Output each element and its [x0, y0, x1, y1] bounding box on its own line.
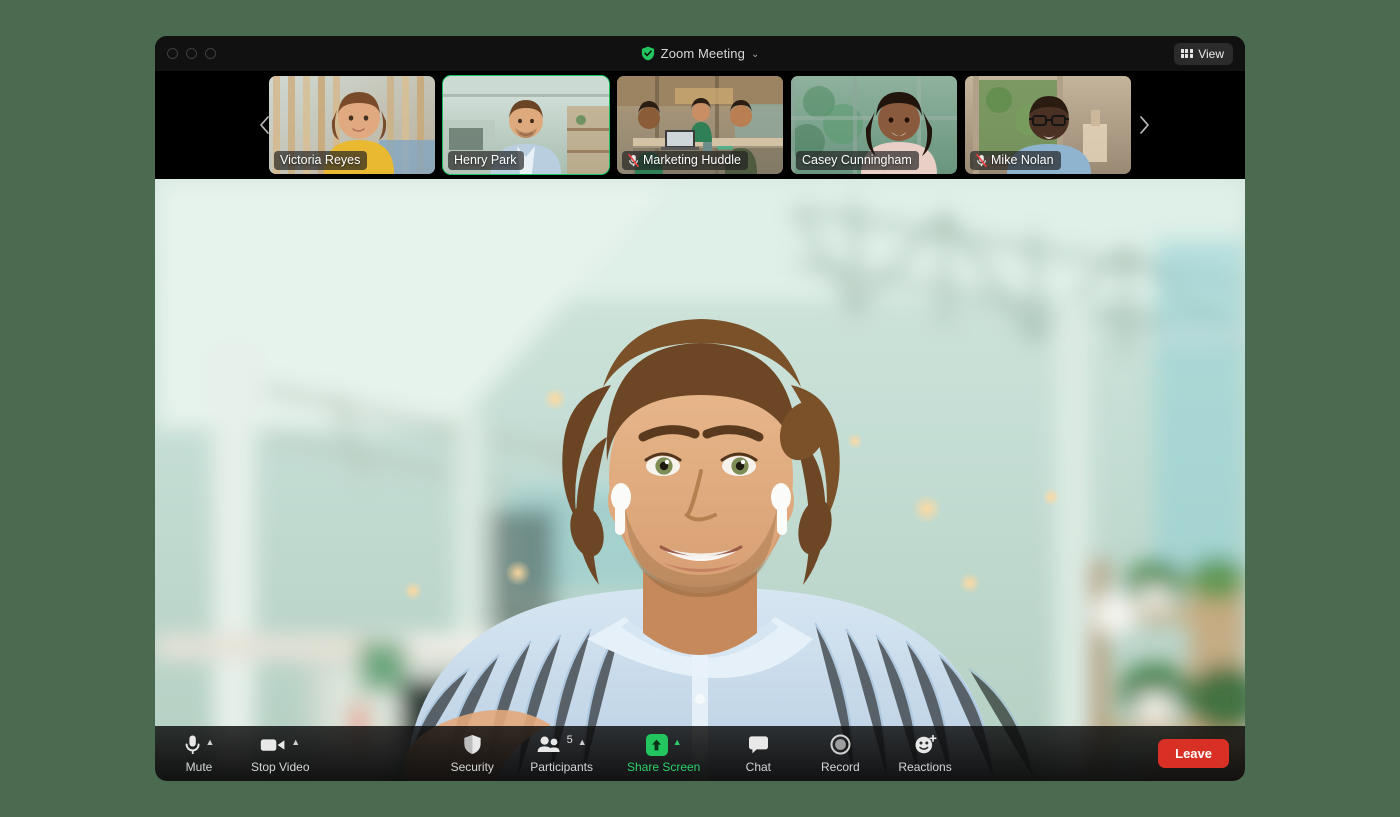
share-screen-button[interactable]: ▲ Share Screen — [626, 733, 701, 774]
filmstrip-prev-button[interactable] — [245, 71, 283, 179]
participant-thumbnail-victoria-reyes[interactable]: Victoria Reyes — [269, 76, 435, 174]
mute-label: Mute — [185, 759, 213, 774]
share-options-chevron-icon[interactable]: ▲ — [673, 738, 682, 747]
participant-filmstrip: Victoria Reyes Henry Park Marketing Hudd… — [155, 71, 1245, 179]
reactions-icon-row — [914, 734, 937, 756]
video-options-chevron-icon[interactable]: ▲ — [291, 738, 300, 747]
window-title-group: Zoom Meeting ⌄ — [155, 36, 1245, 71]
chat-label: Chat — [745, 759, 772, 774]
maximize-window-button[interactable] — [205, 48, 216, 59]
people-icon — [537, 736, 560, 752]
participants-label: Participants — [530, 759, 593, 774]
meeting-title: Zoom Meeting — [660, 46, 745, 61]
smiley-plus-icon — [915, 734, 937, 754]
mute-options-chevron-icon[interactable]: ▲ — [206, 738, 215, 747]
record-button[interactable]: Record — [816, 734, 864, 774]
record-icon-row — [830, 734, 851, 756]
reactions-label: Reactions — [898, 759, 952, 774]
toolbar-center-group: Security 5 ▲ Participants ▲ Share Screen… — [155, 733, 1245, 774]
shield-check-icon — [641, 46, 654, 61]
filmstrip-next-button[interactable] — [1125, 71, 1163, 179]
record-label: Record — [821, 759, 860, 774]
participants-button[interactable]: 5 ▲ Participants — [530, 734, 593, 774]
chevron-left-icon — [259, 116, 269, 134]
window-traffic-lights — [155, 48, 216, 59]
mute-button[interactable]: ▲ Mute — [175, 734, 223, 774]
microphone-muted-icon — [628, 153, 639, 167]
close-window-button[interactable] — [167, 48, 178, 59]
zoom-meeting-window: Zoom Meeting ⌄ View Victoria Reyes Henry… — [155, 36, 1245, 781]
leave-button[interactable]: Leave — [1158, 739, 1229, 768]
security-button[interactable]: Security — [448, 734, 496, 774]
microphone-muted-icon — [976, 153, 987, 167]
view-button[interactable]: View — [1174, 42, 1233, 65]
share-screen-icon-row: ▲ — [645, 733, 682, 756]
window-titlebar: Zoom Meeting ⌄ View — [155, 36, 1245, 71]
active-speaker-video-feed — [155, 179, 1245, 781]
view-button-label: View — [1198, 46, 1224, 61]
participant-name-label: Marketing Huddle — [643, 153, 741, 167]
chat-icon-row — [748, 734, 769, 756]
participant-name-label: Casey Cunningham — [802, 153, 912, 167]
participant-name-tag: Marketing Huddle — [622, 151, 748, 170]
stop-video-label: Stop Video — [251, 759, 310, 774]
participant-name-tag: Casey Cunningham — [796, 151, 919, 170]
participants-icon-row: 5 ▲ — [537, 734, 587, 756]
chat-bubble-icon — [748, 736, 768, 754]
toolbar-left-group: ▲ Mute ▲ Stop Video — [155, 734, 310, 774]
share-screen-label: Share Screen — [626, 759, 701, 774]
chevron-right-icon — [1139, 116, 1149, 134]
stop-video-button[interactable]: ▲ Stop Video — [251, 734, 310, 774]
participant-name-tag: Victoria Reyes — [274, 151, 368, 170]
active-speaker-stage: ▲ Mute ▲ Stop Video Security 5 ▲ Partici… — [155, 179, 1245, 781]
microphone-icon — [185, 735, 200, 754]
title-chevron-down-icon[interactable]: ⌄ — [751, 49, 759, 60]
stop-video-icon-row: ▲ — [260, 734, 300, 756]
mute-icon-row: ▲ — [184, 734, 215, 756]
share-up-arrow-icon — [645, 733, 668, 756]
minimize-window-button[interactable] — [186, 48, 197, 59]
security-icon-row — [463, 734, 482, 756]
participant-thumbnail-casey-cunningham[interactable]: Casey Cunningham — [791, 76, 957, 174]
participants-count: 5 — [566, 733, 573, 746]
participant-name-tag: Mike Nolan — [970, 151, 1061, 170]
grid-view-icon — [1181, 48, 1193, 59]
record-circle-icon — [830, 734, 851, 755]
participant-thumbnail-henry-park[interactable]: Henry Park — [442, 75, 610, 175]
participants-options-chevron-icon[interactable]: ▲ — [578, 738, 587, 747]
chat-button[interactable]: Chat — [734, 734, 782, 774]
participant-thumbnail-mike-nolan[interactable]: Mike Nolan — [965, 76, 1131, 174]
participant-name-label: Victoria Reyes — [280, 153, 361, 167]
shield-icon — [464, 735, 481, 754]
meeting-controls-toolbar: ▲ Mute ▲ Stop Video Security 5 ▲ Partici… — [155, 726, 1245, 781]
participant-name-label: Mike Nolan — [991, 153, 1054, 167]
security-label: Security — [450, 759, 494, 774]
participant-name-tag: Henry Park — [448, 151, 524, 170]
video-camera-icon — [261, 738, 285, 751]
reactions-button[interactable]: Reactions — [898, 734, 952, 774]
participant-name-label: Henry Park — [454, 153, 517, 167]
participant-thumbnail-marketing-huddle[interactable]: Marketing Huddle — [617, 76, 783, 174]
